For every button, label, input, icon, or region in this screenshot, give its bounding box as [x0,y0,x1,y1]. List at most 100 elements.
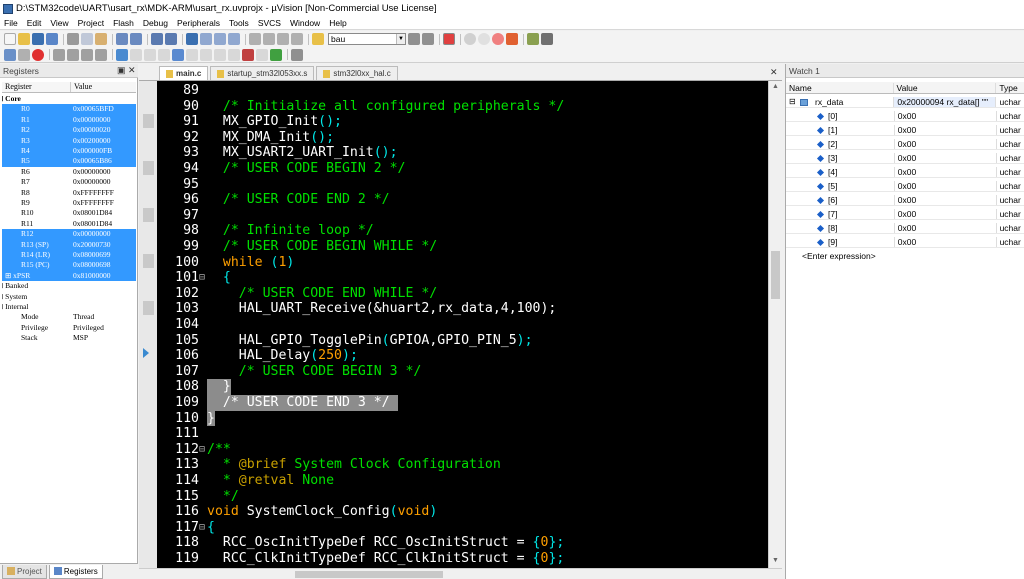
code-line[interactable]: 90 /* Initialize all configured peripher… [157,99,768,115]
window-layout-icon[interactable] [527,33,539,45]
menu-peripherals[interactable]: Peripherals [177,18,220,28]
system-viewer-icon[interactable] [270,48,282,61]
scroll-up-icon[interactable]: ▲ [769,81,782,93]
menu-edit[interactable]: Edit [27,18,42,28]
fold-toggle-icon[interactable]: ⊟ [199,270,206,286]
register-row[interactable]: R15 (PC) 0x08000698 [2,260,136,271]
stop-icon[interactable] [32,48,44,61]
nav-forward-icon[interactable] [165,33,177,45]
undo-icon[interactable] [116,33,128,45]
memory-window-icon[interactable] [214,48,226,61]
code-line[interactable]: 118 RCC_OscInitTypeDef RCC_OscInitStruct… [157,535,768,551]
watch-row[interactable]: ⊟ rx_data 0x20000094 rx_data[] "" uchar [786,96,1024,108]
register-row[interactable]: ⊞ Banked [2,281,136,291]
register-row[interactable]: R8 0xFFFFFFFF [2,188,136,198]
register-row[interactable]: R5 0x00065B86 [2,156,136,167]
code-line[interactable]: 96 /* USER CODE END 2 */ [157,192,768,208]
code-line[interactable]: 112 ⊟/** [157,442,768,458]
menu-file[interactable]: File [4,18,18,28]
watch-window-icon[interactable] [200,48,212,61]
editor-gutter[interactable] [139,81,157,568]
register-row[interactable]: R12 0x00000000 [2,229,136,240]
register-row[interactable]: ⊟ Internal [2,302,136,312]
comment-icon[interactable] [277,33,289,45]
code-line[interactable]: 107 /* USER CODE BEGIN 3 */ [157,364,768,380]
breakpoint-icon[interactable] [464,33,476,45]
code-line[interactable]: 93 MX_USART2_UART_Init(); [157,145,768,161]
code-line[interactable]: 109 /* USER CODE END 3 */ [157,395,768,411]
code-line[interactable]: 97 [157,208,768,224]
bookmark-icon[interactable] [186,33,198,45]
disable-breakpoints-icon[interactable] [492,33,504,45]
copy-icon[interactable] [81,33,93,45]
fold-toggle-icon[interactable]: ⊟ [199,520,206,536]
uncomment-icon[interactable] [291,33,303,45]
code-line[interactable]: 100 while (1) [157,255,768,271]
code-line[interactable]: 117 ⊟{ [157,520,768,536]
menu-debug[interactable]: Debug [143,18,168,28]
paste-icon[interactable] [95,33,107,45]
code-line[interactable]: 89 [157,83,768,99]
watch-row[interactable]: [2] 0x00 uchar [786,138,1024,150]
register-row[interactable]: R4 0x000000FB [2,146,136,157]
chevron-down-icon[interactable]: ▼ [396,34,405,44]
scroll-down-icon[interactable]: ▼ [769,555,782,567]
register-row[interactable]: R0 0x00065BFD [2,104,136,115]
register-row[interactable]: Mode Thread [2,312,136,322]
code-line[interactable]: 104 [157,317,768,333]
watch-row[interactable]: [0] 0x00 uchar [786,110,1024,122]
registers-window-icon[interactable] [172,48,184,61]
tab-file-0[interactable]: main.c [159,66,209,80]
code-line[interactable]: 91 MX_GPIO_Init(); [157,114,768,130]
register-row[interactable]: R6 0x00000000 [2,167,136,177]
symbols-window-icon[interactable] [158,48,170,61]
register-row[interactable]: R10 0x08001D84 [2,208,136,218]
menu-svcs[interactable]: SVCS [258,18,281,28]
code-line[interactable]: 94 /* USER CODE BEGIN 2 */ [157,161,768,177]
tab-file-1[interactable]: startup_stm32l053xx.s [210,66,315,80]
new-file-icon[interactable] [4,33,16,45]
cut-icon[interactable] [67,33,79,45]
analysis-window-icon[interactable] [242,48,254,61]
code-line[interactable]: 115 */ [157,489,768,505]
watch-row[interactable]: [6] 0x00 uchar [786,194,1024,206]
save-all-icon[interactable] [46,33,58,45]
command-window-icon[interactable] [130,48,142,61]
watch-row[interactable]: [9] 0x00 uchar [786,236,1024,248]
close-icon[interactable]: ✕ [128,65,136,76]
register-row[interactable]: R1 0x00000000 [2,114,136,126]
fold-toggle-icon[interactable]: ⊟ [199,442,206,458]
menu-flash[interactable]: Flash [113,18,134,28]
tab-file-2[interactable]: stm32l0xx_hal.c [316,66,398,80]
indent-icon[interactable] [249,33,261,45]
tab-project[interactable]: Project [2,564,47,579]
register-row[interactable]: Stack MSP [2,333,136,343]
code-line[interactable]: 103 HAL_UART_Receive(&huart2,rx_data,4,1… [157,301,768,317]
prev-bookmark-icon[interactable] [200,33,212,45]
enter-expression-row[interactable]: <Enter expression> [786,250,1024,262]
kill-breakpoints-icon[interactable] [506,33,518,45]
run-icon[interactable] [18,48,30,61]
register-row[interactable]: R14 (LR) 0x08000699 [2,250,136,261]
code-line[interactable]: 101 ⊟ { [157,270,768,286]
code-line[interactable]: 113 * @brief System Clock Configuration [157,457,768,473]
redo-icon[interactable] [130,33,142,45]
nav-back-icon[interactable] [151,33,163,45]
disassembly-window-icon[interactable] [144,48,156,61]
code-line[interactable]: 108 } [157,379,768,395]
code-line[interactable]: 110} [157,410,768,427]
code-editor[interactable]: 89 90 /* Initialize all configured periph… [157,81,768,568]
configure-icon[interactable] [541,33,553,45]
menu-project[interactable]: Project [78,18,104,28]
collapse-toggle-icon[interactable]: ⊟ [789,97,796,106]
enter-expression-input[interactable]: <Enter expression> [786,251,893,261]
register-row[interactable]: R13 (SP) 0x20000730 [2,239,136,250]
code-line[interactable]: 98 /* Infinite loop */ [157,223,768,239]
menu-view[interactable]: View [50,18,68,28]
find-in-files-icon[interactable] [312,33,324,45]
step-over-icon[interactable] [67,48,79,61]
register-row[interactable]: R7 0x00000000 [2,177,136,187]
next-bookmark-icon[interactable] [214,33,226,45]
code-line[interactable]: 111 [157,426,768,442]
register-row[interactable]: R11 0x08001D84 [2,219,136,229]
